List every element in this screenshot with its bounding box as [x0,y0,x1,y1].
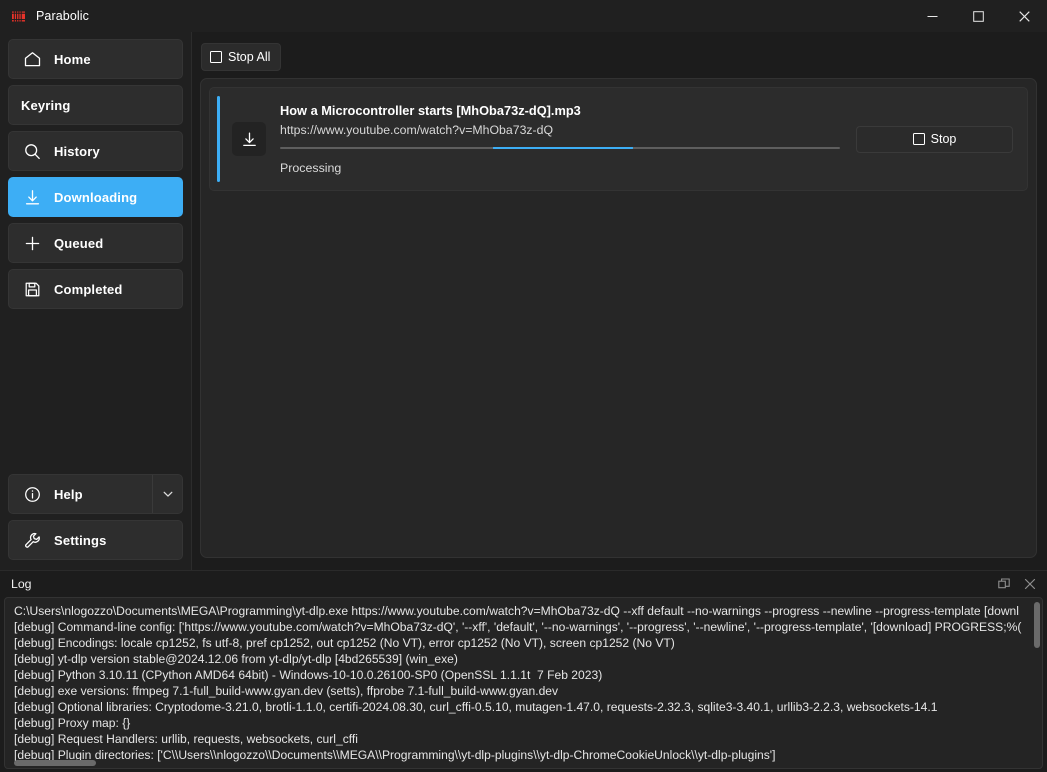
parabolic-logo-icon [10,8,27,25]
download-info: How a Microcontroller starts [MhOba73z-d… [280,103,856,175]
stop-square-icon [210,51,222,63]
log-panel-header: Log [0,571,1047,597]
sidebar-item-label: Help [54,486,83,502]
log-vertical-scrollbar[interactable] [1034,602,1040,648]
sidebar-item-queued[interactable]: Queued [8,223,183,263]
log-panel: Log C:\Users\nlogozzo\Documents\MEGA\Pro… [0,570,1047,772]
maximize-icon[interactable] [955,0,1001,32]
sidebar-item-label: History [54,143,100,159]
info-circle-icon [21,483,43,505]
download-title: How a Microcontroller starts [MhOba73z-d… [280,103,581,118]
log-line: [debug] Proxy map: {} [14,716,131,730]
log-line: [debug] Command-line config: ['https://w… [14,620,1022,634]
download-progress-bar [280,147,840,149]
downloads-list: How a Microcontroller starts [MhOba73z-d… [200,78,1037,558]
log-line: [debug] Encodings: locale cp1252, fs utf… [14,636,675,650]
undock-icon[interactable] [991,573,1017,595]
log-output-area[interactable]: C:\Users\nlogozzo\Documents\MEGA\Program… [4,597,1043,769]
chevron-down-icon[interactable] [152,475,182,513]
log-panel-header-buttons [991,573,1043,595]
stop-all-label: Stop All [228,50,271,64]
download-status: Processing [280,161,342,175]
search-icon [21,140,43,162]
wrench-icon [21,529,43,551]
sidebar-nav: Home Keyring History Downloading Queued … [8,39,183,309]
log-line: [debug] exe versions: ffmpeg 7.1-full_bu… [14,684,559,698]
home-icon [21,48,43,70]
window-controls [909,0,1047,32]
log-panel-title: Log [11,577,32,591]
parabolic-window: Parabolic Home Keyring History Downloadi… [0,0,1047,772]
log-line: [debug] Request Handlers: urllib, reques… [14,732,358,746]
log-text: C:\Users\nlogozzo\Documents\MEGA\Program… [5,598,1042,768]
download-arrow-icon [232,122,266,156]
download-stop-label: Stop [930,132,957,146]
log-horizontal-scrollbar[interactable] [14,760,96,766]
sidebar-item-completed[interactable]: Completed [8,269,183,309]
sidebar-item-label: Downloading [54,189,138,205]
download-row[interactable]: How a Microcontroller starts [MhOba73z-d… [209,87,1028,191]
plus-icon [21,232,43,254]
close-icon[interactable] [1017,573,1043,595]
window-title: Parabolic [36,9,90,23]
downloads-toolbar: Stop All [200,40,1037,74]
sidebar-item-keyring[interactable]: Keyring [8,85,183,125]
main-content: Stop All How a Microcontroller starts [M [192,32,1047,570]
sidebar-item-settings[interactable]: Settings [8,520,183,560]
sidebar-item-label: Settings [54,532,107,548]
progress-indeterminate-segment [492,147,633,149]
window-body: Home Keyring History Downloading Queued … [0,32,1047,570]
sidebar-item-help[interactable]: Help [8,474,183,514]
download-stop-button[interactable]: Stop [856,125,1013,153]
sidebar-item-label: Keyring [21,97,71,113]
sidebar-item-label: Home [54,51,91,67]
title-bar: Parabolic [0,0,1047,32]
log-line: [debug] Optional libraries: Cryptodome-3… [14,700,938,714]
download-arrow-icon [21,186,43,208]
sidebar: Home Keyring History Downloading Queued … [0,32,192,570]
sidebar-item-label: Queued [54,235,104,251]
close-icon[interactable] [1001,0,1047,32]
stop-all-button[interactable]: Stop All [201,43,282,71]
sidebar-item-home[interactable]: Home [8,39,183,79]
sidebar-item-history[interactable]: History [8,131,183,171]
log-line: C:\Users\nlogozzo\Documents\MEGA\Program… [14,604,1019,618]
download-accent-bar [217,96,220,182]
download-url: https://www.youtube.com/watch?v=MhOba73z… [280,123,554,137]
log-line: [debug] Python 3.10.11 (CPython AMD64 64… [14,668,603,682]
sidebar-item-downloading[interactable]: Downloading [8,177,183,217]
log-line: [debug] Plugin directories: ['C\\Users\\… [14,748,776,762]
sidebar-bottom-nav: Help Settings [8,474,183,560]
log-line: [debug] yt-dlp version stable@2024.12.06… [14,652,458,666]
sidebar-item-label: Completed [54,281,123,297]
save-disk-icon [21,278,43,300]
minimize-icon[interactable] [909,0,955,32]
stop-square-icon [912,133,925,145]
